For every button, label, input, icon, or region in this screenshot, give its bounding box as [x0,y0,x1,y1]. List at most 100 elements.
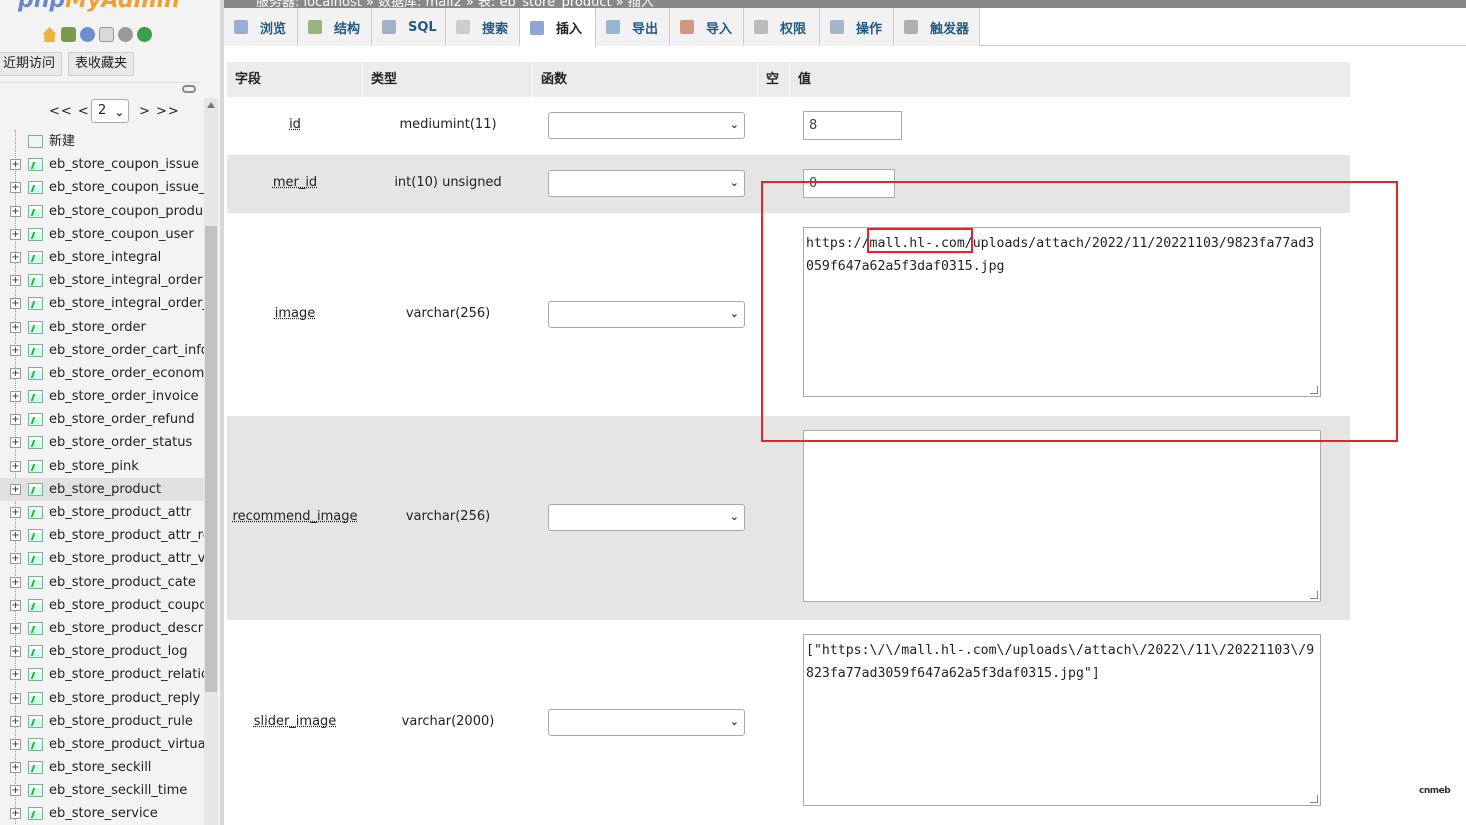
expand-plus-icon[interactable]: + [10,530,21,542]
home-icon[interactable] [42,27,57,42]
pager-page-select[interactable]: 2 ⌄ [91,99,129,123]
settings-gear-icon[interactable] [118,27,133,42]
tree-item-table[interactable]: + eb_store_order_status [0,431,204,454]
expand-plus-icon[interactable]: + [10,414,21,426]
expand-plus-icon[interactable]: + [10,205,21,217]
function-select[interactable]: ⌄ [548,170,745,197]
tab-operations[interactable]: 操作 [820,8,894,46]
function-select[interactable]: ⌄ [548,708,745,736]
expand-plus-icon[interactable]: + [10,762,21,774]
tree-item-table[interactable]: + eb_store_service [0,802,204,825]
expand-plus-icon[interactable]: + [10,715,21,727]
expand-plus-icon[interactable]: + [10,437,21,449]
tab-search[interactable]: 搜索 [446,8,520,46]
function-select[interactable]: ⌄ [548,112,745,139]
expand-plus-icon[interactable]: + [10,483,21,495]
scroll-thumb[interactable] [205,226,217,692]
nav-resize-handle[interactable] [220,0,224,825]
scroll-up-arrow-icon[interactable] [207,102,215,108]
tree-item-table[interactable]: + eb_store_product_reply [0,687,204,710]
pager-next-button[interactable]: > >> [139,104,180,119]
docs-icon[interactable] [99,27,114,42]
favorites-tab[interactable]: 表收藏夹 [68,52,135,76]
tree-item-table[interactable]: + eb_store_order_refund [0,408,204,431]
expand-plus-icon[interactable]: + [10,321,21,333]
tab-triggers[interactable]: 触发器 [894,8,980,46]
expand-plus-icon[interactable]: + [10,785,21,797]
tree-item-table[interactable]: + eb_store_coupon_user [0,223,204,246]
recent-tab[interactable]: 近期访问 [0,52,63,76]
expand-plus-icon[interactable]: + [10,622,21,634]
expand-plus-icon[interactable]: + [10,646,21,658]
logout-icon[interactable] [61,27,76,42]
expand-plus-icon[interactable]: + [10,182,21,194]
link-icon[interactable] [182,85,196,93]
tree-item-table[interactable]: + eb_store_order_economi [0,362,204,385]
tree-item-table[interactable]: + eb_store_pink [0,455,204,478]
breadcrumb-text[interactable]: 服务器: localhost » 数据库: mall2 » 表: eb_stor… [256,0,654,8]
tab-export[interactable]: 导出 [596,8,670,46]
pager-prev-button[interactable]: << < [49,104,90,119]
resize-handle-icon[interactable] [1310,591,1318,599]
tree-item-table[interactable]: + eb_store_coupon_issue_u [0,176,204,199]
expand-plus-icon[interactable]: + [10,391,21,403]
value-input[interactable]: 8 [803,111,902,140]
expand-plus-icon[interactable]: + [10,808,21,820]
tree-item-table[interactable]: + eb_store_seckill_time [0,779,204,802]
phpmyadmin-logo[interactable]: phpMyAdmin [18,0,180,13]
resize-handle-icon[interactable] [1310,795,1318,803]
expand-plus-icon[interactable]: + [10,507,21,518]
expand-plus-icon[interactable]: + [10,599,21,611]
nav-scrollbar[interactable] [204,98,218,825]
expand-plus-icon[interactable]: + [10,460,21,472]
function-select[interactable]: ⌄ [548,300,745,328]
expand-plus-icon[interactable]: + [10,159,21,171]
expand-plus-icon[interactable]: + [10,738,21,750]
tree-item-table[interactable]: + eb_store_product_attr_va [0,547,204,570]
tree-item-table[interactable]: + eb_store_product_log [0,640,204,663]
tab-structure[interactable]: 结构 [298,8,372,46]
expand-plus-icon[interactable]: + [10,298,21,310]
tree-item-table[interactable]: + eb_store_seckill [0,756,204,779]
expand-plus-icon[interactable]: + [10,367,21,379]
tree-item-table[interactable]: + eb_store_coupon_issue [0,153,204,176]
expand-plus-icon[interactable]: + [10,275,21,287]
expand-plus-icon[interactable]: + [10,251,21,263]
tab-sql[interactable]: SQL [372,8,446,46]
tree-item-table[interactable]: + eb_store_order_invoice [0,385,204,408]
tab-browse[interactable]: 浏览 [224,8,298,46]
tree-item-table[interactable]: + eb_store_integral [0,246,204,269]
expand-plus-icon[interactable]: + [10,344,21,356]
tree-item-table[interactable]: + eb_store_product_descri [0,617,204,640]
tree-item-table[interactable]: + eb_store_order [0,316,204,339]
tree-item-table[interactable]: + eb_store_product_relatio [0,663,204,686]
tree-item-table[interactable]: + eb_store_product_cate [0,571,204,594]
function-select[interactable]: ⌄ [548,504,745,531]
tab-import[interactable]: 导入 [670,8,744,46]
value-textarea[interactable]: ["https:\/\/mall.hl-.com\/uploads\/attac… [803,634,1321,806]
tree-item-table[interactable]: + eb_store_coupon_produc [0,200,204,223]
tree-item-table[interactable]: + eb_store_product_virtual [0,733,204,756]
value-textarea[interactable] [803,430,1321,602]
tree-item-table[interactable]: + eb_store_product_attr [0,501,204,524]
tree-item-table[interactable]: + eb_store_integral_order [0,269,204,292]
reload-icon[interactable] [137,27,152,42]
tree-item-table[interactable]: + eb_store_product_coupo [0,594,204,617]
tab-privileges[interactable]: 权限 [744,8,820,46]
tree-item-table[interactable]: + eb_store_product [0,477,204,501]
tree-item-table[interactable]: + eb_store_integral_order_ [0,292,204,315]
table-icon [28,158,43,172]
expand-plus-icon[interactable]: + [10,692,21,704]
expand-plus-icon[interactable]: + [10,669,21,681]
tree-item-table[interactable]: + eb_store_product_rule [0,710,204,733]
expand-plus-icon[interactable]: + [10,576,21,588]
tab-insert[interactable]: 插入 [520,8,596,47]
tree-item-table[interactable]: + eb_store_product_attr_re [0,524,204,547]
tree-item-table[interactable]: + eb_store_order_cart_info [0,339,204,362]
expand-plus-icon[interactable]: + [10,228,21,240]
help-icon[interactable] [80,27,95,42]
expand-plus-icon[interactable]: + [10,553,21,565]
tree-item-new[interactable]: 新建 [0,130,204,153]
tree-item-label: eb_store_order_refund [49,412,195,428]
chevron-down-icon: ⌄ [729,118,739,131]
